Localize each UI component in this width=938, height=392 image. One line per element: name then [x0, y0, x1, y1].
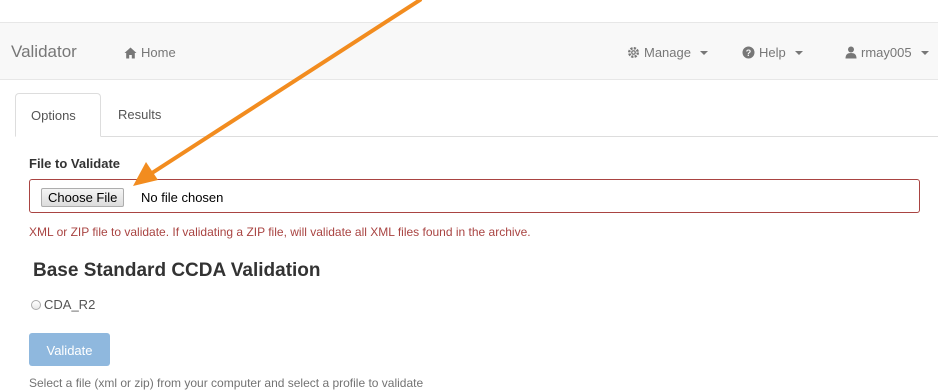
annotation-arrow-icon: [133, 0, 422, 186]
